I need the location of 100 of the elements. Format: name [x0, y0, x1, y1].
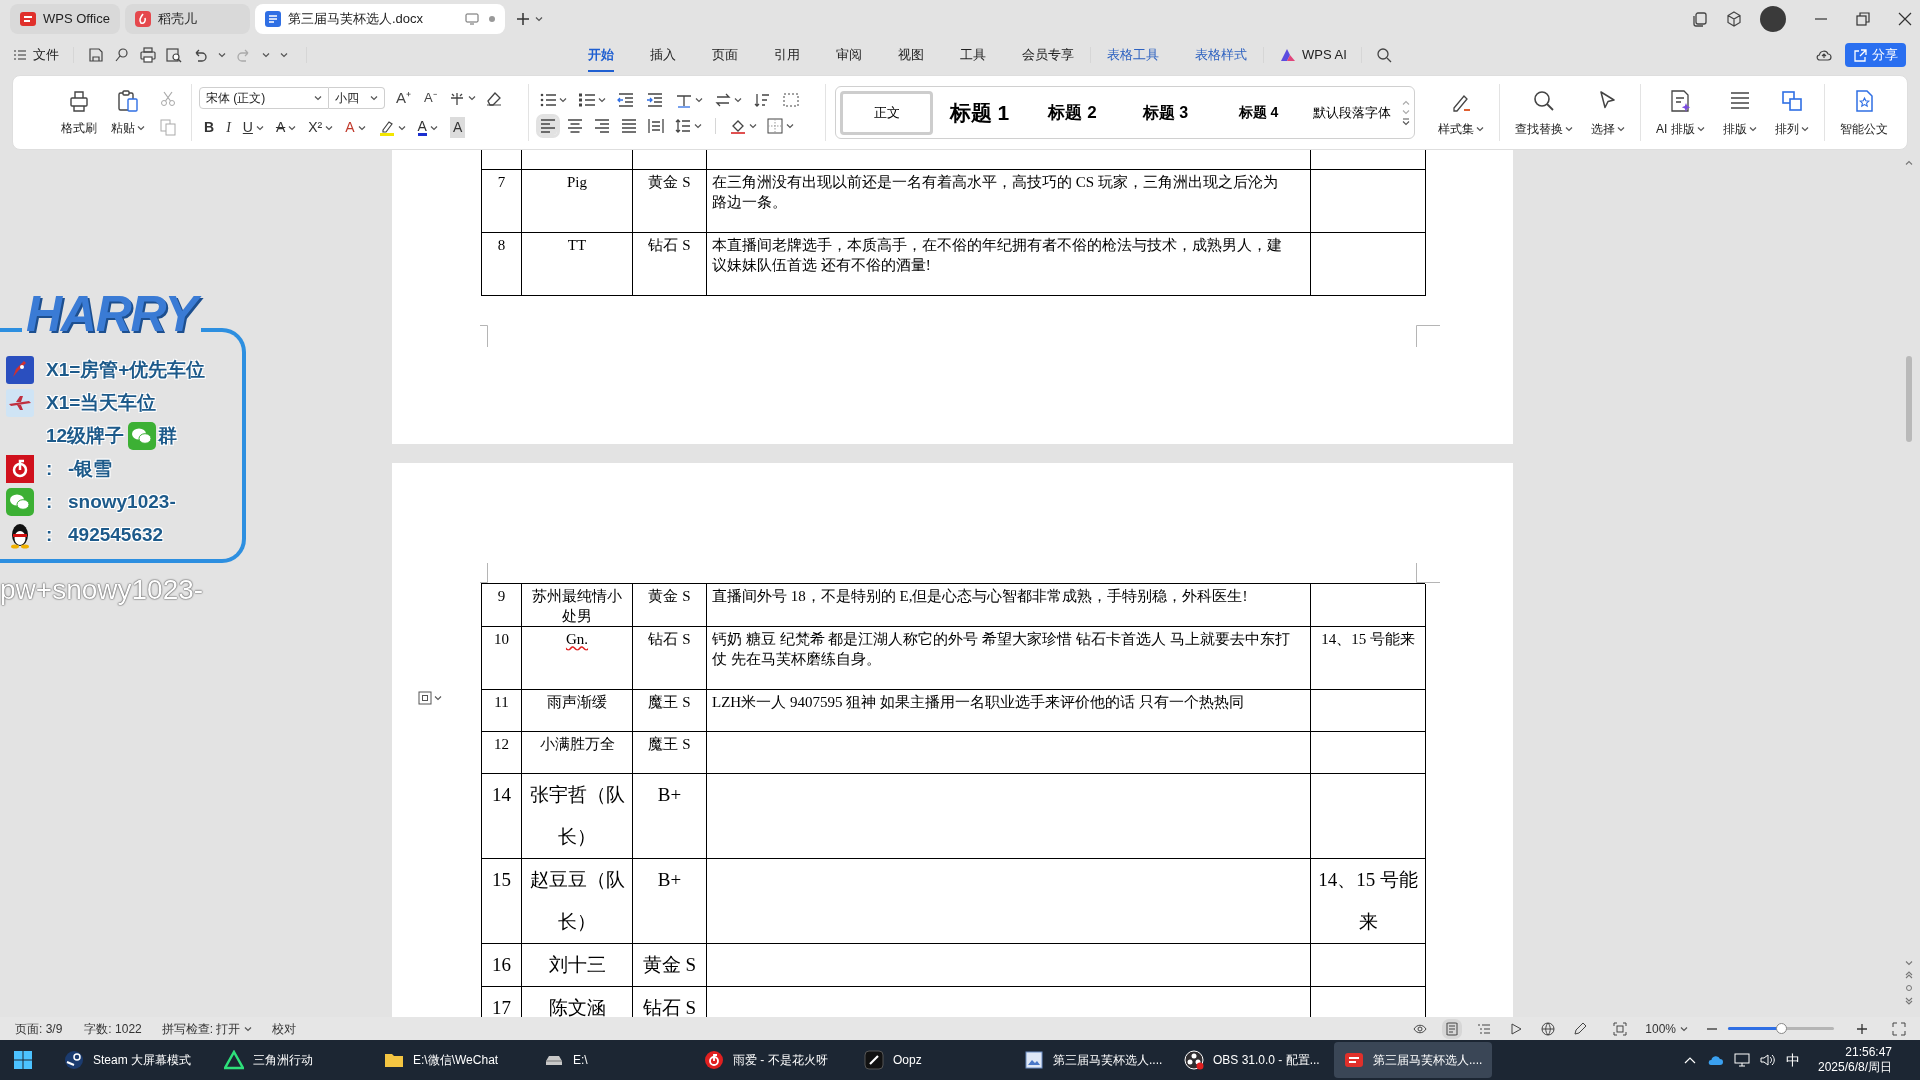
save-icon[interactable]	[88, 47, 104, 63]
fit-page-icon[interactable]	[1613, 1021, 1628, 1036]
ribbon-tool-button[interactable]: 选择	[1582, 76, 1634, 149]
gridlines-icon[interactable]	[782, 90, 800, 109]
caret-icon[interactable]	[694, 122, 702, 129]
file-menu-button[interactable]: 文件	[14, 45, 59, 65]
shrink-font-button[interactable]: A⁻	[422, 88, 439, 108]
globe-icon[interactable]	[1541, 1021, 1556, 1036]
caret-icon[interactable]	[357, 124, 366, 131]
strikethrough-button[interactable]: A	[275, 117, 286, 139]
font-size-dropdown[interactable]: 小四	[329, 87, 385, 109]
print-preview-icon[interactable]	[166, 47, 182, 63]
network-icon[interactable]	[1733, 1053, 1750, 1067]
close-icon[interactable]	[1898, 12, 1912, 26]
style-option[interactable]: 正文	[840, 90, 933, 135]
style-option[interactable]: 标题 1	[933, 90, 1026, 135]
window-icon[interactable]	[1692, 11, 1708, 27]
ribbon-tool-button[interactable]: 查找替换	[1506, 76, 1582, 149]
style-option[interactable]: 标题 3	[1119, 90, 1212, 135]
caret-icon[interactable]	[262, 52, 270, 58]
underline-button[interactable]: U	[242, 117, 253, 139]
scrollbar-thumb[interactable]	[1906, 356, 1912, 442]
format-painter-button[interactable]: 格式刷	[61, 88, 97, 137]
distribute-icon[interactable]	[647, 116, 665, 135]
text-effect-button[interactable]: A	[345, 117, 355, 139]
caret-icon[interactable]	[325, 124, 334, 131]
avatar[interactable]	[1760, 6, 1786, 32]
ribbon-tool-button[interactable]: AI 排版	[1647, 76, 1714, 149]
taskbar-item[interactable]: 第三届马芙杯选人....	[1014, 1042, 1172, 1078]
scroll-up-icon[interactable]	[1905, 160, 1913, 166]
spell-check-button[interactable]: 拼写检查: 打开	[161, 1019, 253, 1038]
clock-time[interactable]: 21:56:47	[1845, 1045, 1892, 1060]
select-browse-icon[interactable]	[1905, 984, 1913, 992]
new-tab-icon[interactable]	[516, 12, 530, 26]
start-icon[interactable]	[14, 1051, 32, 1069]
taskbar-item[interactable]: E:\	[534, 1042, 692, 1078]
ribbon-tab[interactable]: 审阅	[836, 38, 862, 72]
proofread-button[interactable]: 校对	[272, 1019, 297, 1038]
input-method-indicator[interactable]: 中	[1785, 1049, 1800, 1071]
zoom-dropdown[interactable]: 100%	[1645, 1019, 1688, 1038]
ribbon-tool-button[interactable]: 智能公文	[1830, 76, 1897, 149]
cube-icon[interactable]	[1726, 11, 1742, 27]
caret-icon[interactable]	[749, 122, 757, 129]
italic-button[interactable]: I	[226, 117, 231, 139]
scroll-down-icon[interactable]	[1905, 960, 1913, 966]
next-page-icon[interactable]	[1905, 997, 1913, 1005]
ribbon-tab[interactable]: 开始	[588, 38, 614, 72]
caret-icon[interactable]	[559, 96, 567, 103]
ribbon-tab[interactable]: 表格样式	[1195, 38, 1247, 72]
ribbon-tab[interactable]: 工具	[960, 38, 986, 72]
caret-icon[interactable]	[429, 124, 438, 131]
align-left-icon[interactable]	[539, 116, 557, 135]
clock-date[interactable]: 2025/6/8/周日	[1817, 1060, 1892, 1075]
share-button[interactable]: 分享	[1845, 43, 1906, 67]
caret-icon[interactable]	[786, 122, 794, 129]
table-handle-icon[interactable]	[418, 691, 442, 705]
play-icon[interactable]	[1509, 1021, 1524, 1036]
caret-icon[interactable]	[255, 124, 264, 131]
decrease-indent-icon[interactable]	[617, 90, 635, 109]
font-color-button[interactable]: A	[417, 119, 427, 137]
ribbon-tab[interactable]: 引用	[774, 38, 800, 72]
ribbon-tool-button[interactable]: 排版	[1713, 76, 1766, 149]
ribbon-tab[interactable]: 会员专享	[1022, 38, 1074, 72]
search-icon[interactable]	[1375, 47, 1392, 63]
pen-icon[interactable]	[1573, 1021, 1588, 1036]
zoom-in-icon[interactable]	[1856, 1022, 1868, 1035]
taskbar-item[interactable]: 雨爱 - 不是花火呀	[694, 1042, 852, 1078]
more-styles-icon[interactable]	[1402, 117, 1410, 126]
speaker-icon[interactable]	[1759, 1053, 1776, 1067]
window-tab[interactable]: 稻壳儿	[125, 4, 250, 34]
style-option[interactable]: 默认段落字体	[1305, 90, 1398, 135]
circle-handle-icon[interactable]	[114, 47, 130, 63]
restore-icon[interactable]	[1856, 12, 1870, 26]
borders-icon[interactable]	[766, 116, 784, 135]
grow-font-button[interactable]: A⁺	[394, 86, 413, 110]
style-option[interactable]: 标题 2	[1026, 90, 1119, 135]
style-option[interactable]: 标题 4	[1212, 90, 1305, 135]
superscript-button[interactable]: X²	[308, 117, 323, 139]
ribbon-tool-button[interactable]: 样式集	[1429, 76, 1493, 149]
caret-icon[interactable]	[218, 52, 226, 58]
ribbon-tab[interactable]: 页面	[712, 38, 738, 72]
slider-thumb[interactable]	[1776, 1023, 1787, 1034]
taskbar-item[interactable]: 三角洲行动	[214, 1042, 372, 1078]
caret-icon[interactable]	[288, 124, 297, 131]
justify-icon[interactable]	[620, 116, 638, 135]
caret-icon[interactable]	[734, 96, 742, 103]
taskbar-item[interactable]: 第三届马芙杯选人....	[1334, 1042, 1492, 1078]
ribbon-tool-button[interactable]: 排列	[1765, 76, 1818, 149]
ribbon-tab[interactable]: 表格工具	[1107, 38, 1159, 72]
align-center-icon[interactable]	[566, 116, 584, 135]
taskbar-item[interactable]: OBS 31.0.0 - 配置...	[1174, 1042, 1332, 1078]
font-name-dropdown[interactable]: 宋体 (正文)	[199, 87, 329, 109]
bold-button[interactable]: B	[204, 117, 215, 139]
paste-button[interactable]: 粘贴	[111, 88, 145, 137]
previous-page-icon[interactable]	[1905, 971, 1913, 979]
ribbon-tab[interactable]: WPS AI	[1280, 38, 1347, 72]
taskbar-item[interactable]: Oopz	[854, 1042, 1012, 1078]
window-tab[interactable]: WPS Office	[10, 4, 120, 34]
caret-icon[interactable]	[467, 95, 476, 101]
caret-icon[interactable]	[598, 96, 606, 103]
